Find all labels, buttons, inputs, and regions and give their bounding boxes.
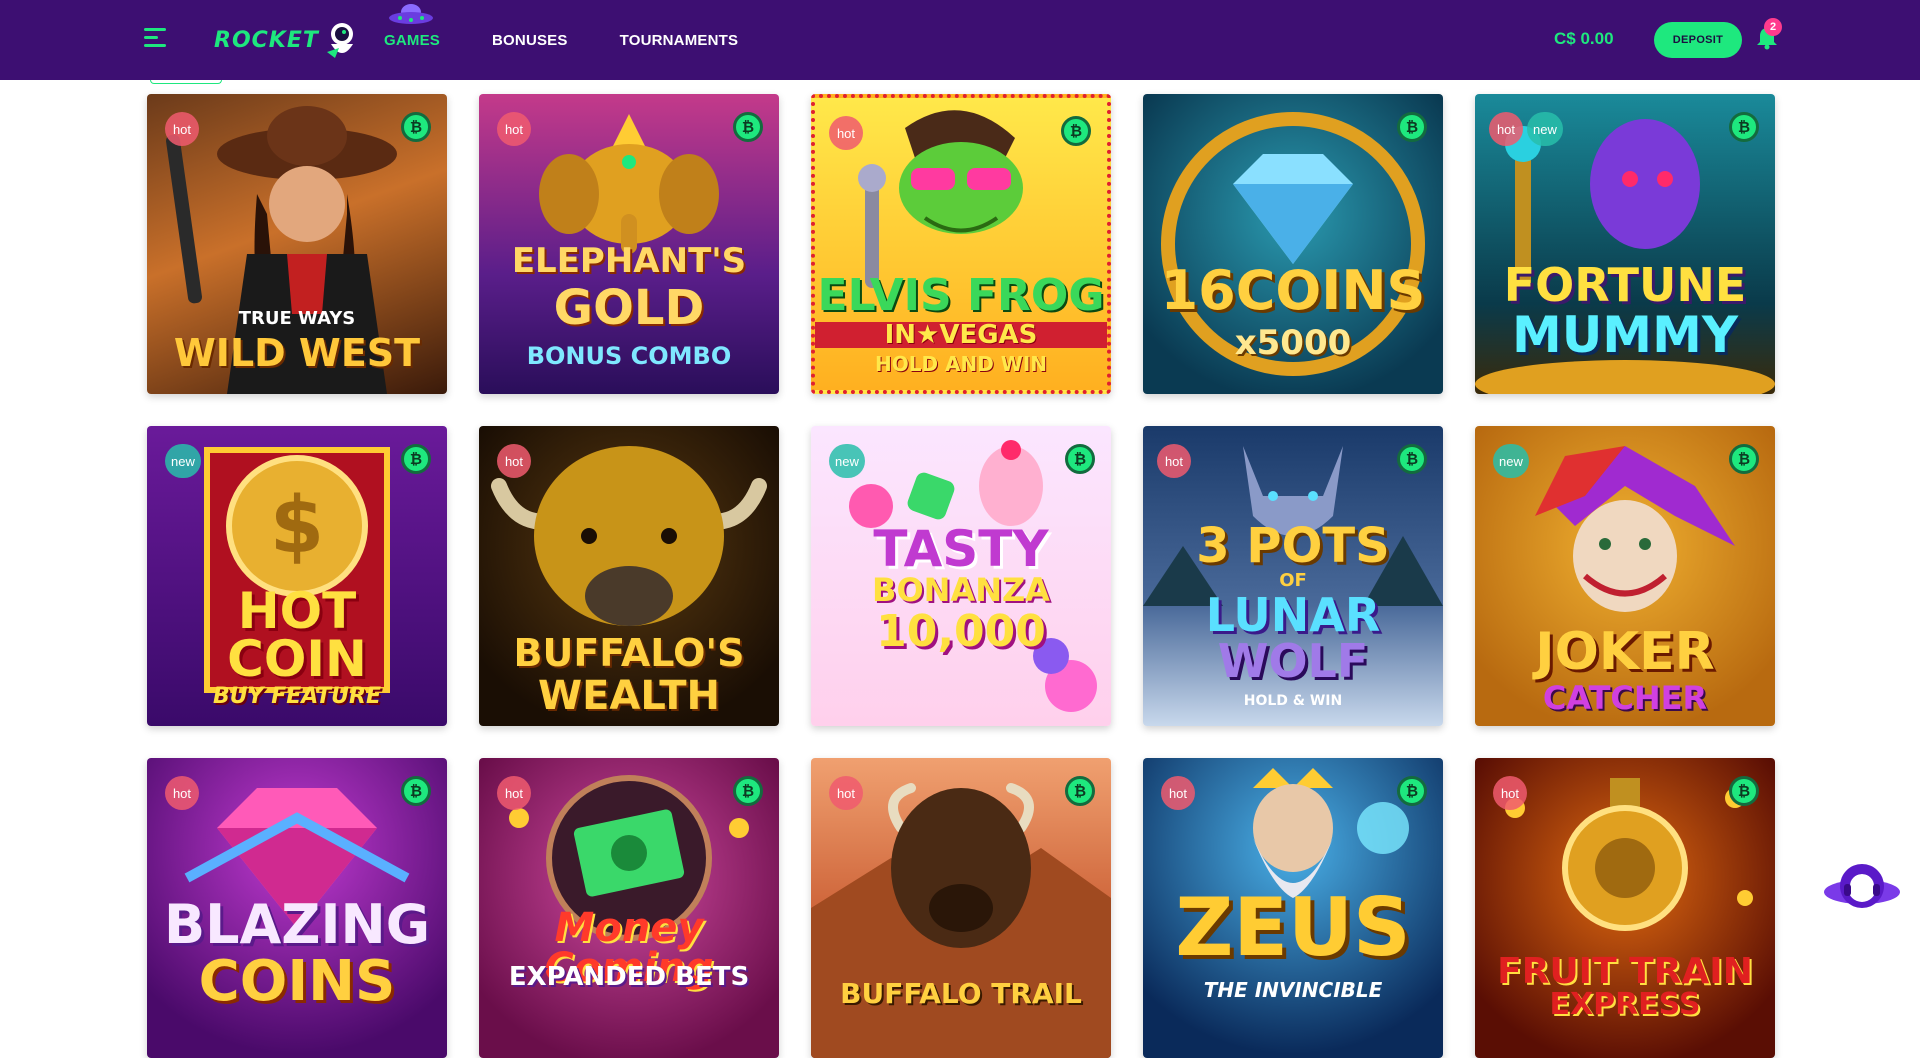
game-title-line-2: EXPRESS xyxy=(1549,987,1701,1022)
bitcoin-badge-icon: ₿ xyxy=(1397,444,1427,474)
game-card-money-coming[interactable]: Money Coming EXPANDED BETS hot ₿ xyxy=(479,758,779,1058)
main-nav: GAMES BONUSES TOURNAMENTS xyxy=(384,0,790,80)
game-title: JOKER xyxy=(1535,622,1715,682)
game-title: FRUIT TRAIN xyxy=(1497,951,1753,992)
game-title: 3 POTS xyxy=(1196,518,1390,574)
game-subtitle-2: HOLD AND WIN xyxy=(874,352,1048,376)
hot-badge: hot xyxy=(829,776,863,810)
game-card-wild-west[interactable]: TRUE WAYS WILD WEST hot ₿ xyxy=(147,94,447,394)
hot-badge: hot xyxy=(497,112,531,146)
bitcoin-badge-icon: ₿ xyxy=(401,776,431,806)
bitcoin-badge-icon: ₿ xyxy=(1729,112,1759,142)
game-card-fruit-train-express[interactable]: FRUIT TRAIN EXPRESS hot ₿ xyxy=(1475,758,1775,1058)
game-title: HOT xyxy=(237,582,357,640)
bitcoin-badge-icon: ₿ xyxy=(1397,112,1427,142)
game-title-line-3: 10,000 xyxy=(876,606,1046,657)
game-card-tasty-bonanza[interactable]: TASTY BONANZA 10,000 new ₿ xyxy=(811,426,1111,726)
game-subtitle: BONUS COMBO xyxy=(526,342,732,370)
logo-text: ROCKET xyxy=(214,27,319,53)
support-chat-icon[interactable] xyxy=(1822,858,1902,922)
top-header: ROCKET GAMES BONUSES TOURNAMENTS C$ 0.00… xyxy=(0,0,1920,80)
game-card-joker-catcher[interactable]: JOKER CATCHER new ₿ xyxy=(1475,426,1775,726)
game-title: 16COINS xyxy=(1160,259,1426,322)
game-title: FORTUNE xyxy=(1503,258,1747,312)
nav-bonuses[interactable]: BONUSES xyxy=(492,32,568,49)
game-title: ELEPHANT'S xyxy=(511,241,747,281)
game-title: TASTY xyxy=(873,520,1049,578)
new-badge: new xyxy=(1527,112,1563,146)
game-subtitle: THE INVINCIBLE xyxy=(1203,978,1383,1002)
game-title-line-2: GOLD xyxy=(553,280,705,336)
bitcoin-badge-icon: ₿ xyxy=(1729,444,1759,474)
game-title-line-2: CATCHER xyxy=(1542,679,1708,717)
hot-badge: hot xyxy=(1161,776,1195,810)
hot-badge: hot xyxy=(165,112,199,146)
account-balance[interactable]: C$ 0.00 xyxy=(1554,29,1614,49)
bitcoin-badge-icon: ₿ xyxy=(1061,116,1091,146)
game-card-3-pots-of-lunar-wolf[interactable]: 3 POTS OF LUNAR WOLF HOLD & WIN hot ₿ xyxy=(1143,426,1443,726)
game-title-line-3: WOLF xyxy=(1217,634,1369,688)
hot-badge: hot xyxy=(829,116,863,150)
game-title: ZEUS xyxy=(1175,881,1411,974)
game-card-elephants-gold[interactable]: ELEPHANT'S GOLD BONUS COMBO hot ₿ xyxy=(479,94,779,394)
game-subtitle: EXPANDED BETS xyxy=(508,962,750,992)
nav-bonuses-label: BONUSES xyxy=(492,31,568,49)
hamburger-menu-icon[interactable] xyxy=(144,28,166,50)
bitcoin-badge-icon: ₿ xyxy=(1397,776,1427,806)
nav-tournaments[interactable]: TOURNAMENTS xyxy=(620,32,739,49)
game-title: ELVIS FROG xyxy=(817,270,1105,321)
game-card-elvis-frog[interactable]: ELVIS FROG IN★VEGAS HOLD AND WIN hot ₿ xyxy=(811,94,1111,394)
hot-badge: hot xyxy=(1489,112,1523,146)
nav-tournaments-label: TOURNAMENTS xyxy=(619,31,739,49)
game-card-buffalo-trail[interactable]: BUFFALO TRAIL hot ₿ xyxy=(811,758,1111,1058)
bitcoin-badge-icon: ₿ xyxy=(1065,444,1095,474)
game-card-16-coins[interactable]: 16COINS x5000 ₿ xyxy=(1143,94,1443,394)
nav-games-label: GAMES xyxy=(384,31,441,49)
nav-games[interactable]: GAMES xyxy=(384,3,441,49)
game-title-line-2: LUNAR xyxy=(1205,588,1381,642)
game-title: BUFFALO'S xyxy=(513,631,745,675)
new-badge: new xyxy=(165,444,201,478)
game-title-line-2: WEALTH xyxy=(537,673,721,719)
hot-badge: hot xyxy=(497,776,531,810)
hot-badge: hot xyxy=(1493,776,1527,810)
game-subtitle: IN★VEGAS xyxy=(815,322,1107,348)
game-card-zeus[interactable]: ZEUS THE INVINCIBLE hot ₿ xyxy=(1143,758,1443,1058)
astronaut-mascot-icon xyxy=(326,23,353,58)
game-subtitle: BUY FEATURE xyxy=(212,684,382,709)
hot-badge: hot xyxy=(1157,444,1191,478)
game-title-line-2: BONANZA xyxy=(872,571,1050,609)
game-card-hot-coin[interactable]: $ HOT COIN BUY FEATURE new ₿ xyxy=(147,426,447,726)
section-tab-indicator xyxy=(150,80,222,84)
bitcoin-badge-icon: ₿ xyxy=(401,444,431,474)
game-card-blazing-coins[interactable]: BLAZING COINS hot ₿ xyxy=(147,758,447,1058)
bitcoin-badge-icon: ₿ xyxy=(733,776,763,806)
game-title-line-2: MUMMY xyxy=(1511,306,1739,364)
game-title-line-2: COINS xyxy=(198,949,396,1014)
game-card-fortune-mummy[interactable]: FORTUNE MUMMY hot new ₿ xyxy=(1475,94,1775,394)
new-badge: new xyxy=(829,444,865,478)
game-subtitle: TRUE WAYS xyxy=(238,308,356,329)
ufo-icon xyxy=(389,3,433,24)
new-badge: new xyxy=(1493,444,1529,478)
game-title: WILD WEST xyxy=(173,331,421,375)
bitcoin-badge-icon: ₿ xyxy=(1729,776,1759,806)
bitcoin-badge-icon: ₿ xyxy=(1065,776,1095,806)
rocket-logo[interactable]: ROCKET xyxy=(214,20,359,60)
game-title: BLAZING xyxy=(163,893,431,956)
bitcoin-badge-icon: ₿ xyxy=(733,112,763,142)
game-title-line-2: COIN xyxy=(227,630,367,688)
deposit-button[interactable]: DEPOSIT xyxy=(1654,22,1742,58)
game-subtitle: x5000 xyxy=(1234,323,1352,363)
bitcoin-badge-icon: ₿ xyxy=(401,112,431,142)
game-card-buffalos-wealth[interactable]: BUFFALO'S WEALTH hot xyxy=(479,426,779,726)
game-subtitle: BUFFALO TRAIL xyxy=(840,977,1082,1010)
hot-badge: hot xyxy=(165,776,199,810)
svg-text:$: $ xyxy=(270,481,324,571)
hot-badge: hot xyxy=(497,444,531,478)
notification-count-badge: 2 xyxy=(1764,18,1782,36)
game-subtitle-2: HOLD & WIN xyxy=(1243,693,1343,709)
